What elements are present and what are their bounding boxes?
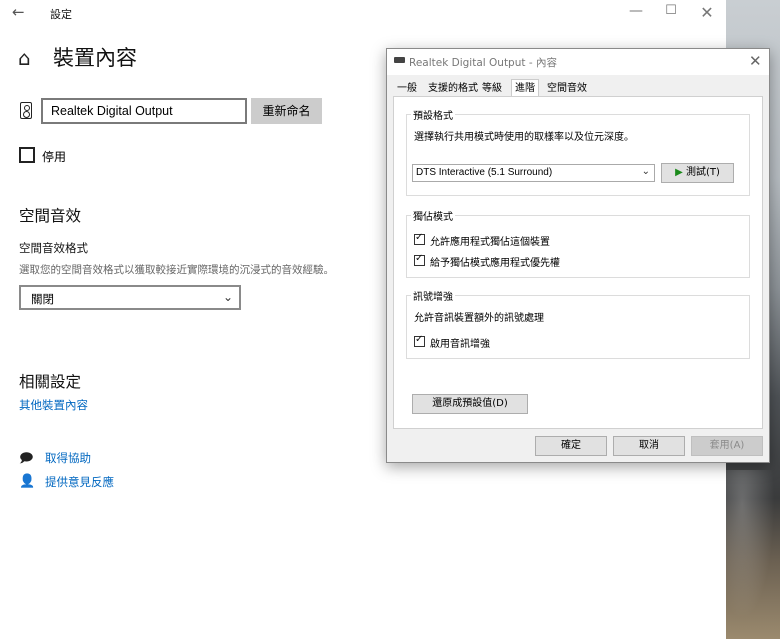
enable-enhancement-checkbox[interactable] xyxy=(414,334,425,347)
give-feedback-link[interactable]: 提供意見反應 xyxy=(45,474,114,490)
tab-levels[interactable]: 等級 xyxy=(482,81,502,96)
apply-button[interactable]: 套用(A) xyxy=(691,436,763,456)
default-format-dropdown[interactable]: DTS Interactive (5.1 Surround) ⌄ xyxy=(412,164,655,182)
default-format-value: DTS Interactive (5.1 Surround) xyxy=(416,167,553,178)
maximize-icon[interactable]: ☐ xyxy=(661,3,681,18)
chevron-down-icon: ⌄ xyxy=(641,166,650,177)
tab-supported-formats[interactable]: 支援的格式 xyxy=(428,81,478,96)
get-help-link[interactable]: 取得協助 xyxy=(45,450,91,466)
feedback-person-icon: 👤 xyxy=(19,474,36,489)
audio-device-icon xyxy=(394,57,405,63)
signal-enhancement-group: 訊號增強 允許音訊裝置額外的訊號處理 啟用音訊增強 xyxy=(406,288,750,359)
restore-defaults-button[interactable]: 還原成預設值(D) xyxy=(412,394,528,414)
exclusive-mode-group: 獨佔模式 允許應用程式獨佔這個裝置 給予獨佔模式應用程式優先權 xyxy=(406,208,750,278)
default-format-description: 選擇執行共用模式時使用的取樣率以及位元深度。 xyxy=(414,132,634,143)
default-format-group: 預設格式 選擇執行共用模式時使用的取樣率以及位元深度。 DTS Interact… xyxy=(406,107,750,196)
exclusive-priority-label: 給予獨佔模式應用程式優先權 xyxy=(430,258,560,269)
signal-enhancement-title: 訊號增強 xyxy=(411,288,455,303)
disable-checkbox[interactable] xyxy=(19,147,35,163)
play-icon: ▶ xyxy=(675,167,683,178)
home-icon[interactable]: ⌂ xyxy=(18,46,31,70)
page-title: 裝置內容 xyxy=(53,46,137,70)
cancel-button[interactable]: 取消 xyxy=(613,436,685,456)
properties-dialog: Realtek Digital Output - 內容 ✕ 一般 支援的格式 等… xyxy=(386,48,770,463)
tab-spatial-sound[interactable]: 空間音效 xyxy=(547,81,587,96)
speaker-icon xyxy=(20,102,32,119)
disable-label: 停用 xyxy=(42,150,67,164)
rename-button[interactable]: 重新命名 xyxy=(251,98,322,124)
signal-enhancement-description: 允許音訊裝置額外的訊號處理 xyxy=(414,313,544,324)
test-button[interactable]: ▶ 測試(T) xyxy=(661,163,734,183)
app-title: 設定 xyxy=(50,8,72,21)
ok-button[interactable]: 確定 xyxy=(535,436,607,456)
default-format-title: 預設格式 xyxy=(411,107,455,122)
exclusive-mode-title: 獨佔模式 xyxy=(411,208,455,223)
related-settings-heading: 相關設定 xyxy=(19,373,82,391)
test-button-label: 測試(T) xyxy=(685,167,720,178)
allow-exclusive-checkbox[interactable] xyxy=(414,232,425,245)
allow-exclusive-label: 允許應用程式獨佔這個裝置 xyxy=(430,237,550,248)
minimize-icon[interactable]: — xyxy=(626,3,646,19)
tab-general[interactable]: 一般 xyxy=(397,81,417,96)
advanced-tab-panel: 預設格式 選擇執行共用模式時使用的取樣率以及位元深度。 DTS Interact… xyxy=(393,96,763,429)
dialog-title: Realtek Digital Output - 內容 xyxy=(409,57,557,69)
spatial-format-label: 空間音效格式 xyxy=(19,241,88,255)
spatial-format-value: 關閉 xyxy=(31,292,54,306)
spatial-sound-heading: 空間音效 xyxy=(19,207,82,225)
settings-titlebar: ← 設定 — ☐ ✕ xyxy=(0,0,726,28)
other-device-properties-link[interactable]: 其他裝置內容 xyxy=(19,397,88,413)
exclusive-priority-checkbox[interactable] xyxy=(414,253,425,266)
back-arrow-icon[interactable]: ← xyxy=(12,3,25,21)
spatial-format-description: 選取您的空間音效格式以獲取較接近實際環境的沉浸式的音效經驗。 xyxy=(19,264,334,276)
chevron-down-icon: ⌄ xyxy=(222,290,233,304)
dialog-titlebar: Realtek Digital Output - 內容 ✕ xyxy=(387,49,769,75)
device-name-input[interactable] xyxy=(41,98,247,124)
enable-enhancement-label: 啟用音訊增強 xyxy=(430,339,490,350)
close-icon[interactable]: ✕ xyxy=(697,3,717,22)
spatial-format-dropdown[interactable]: 關閉 ⌄ xyxy=(19,285,241,310)
help-chat-icon: 🗩 xyxy=(19,451,34,466)
dialog-close-icon[interactable]: ✕ xyxy=(749,52,762,70)
